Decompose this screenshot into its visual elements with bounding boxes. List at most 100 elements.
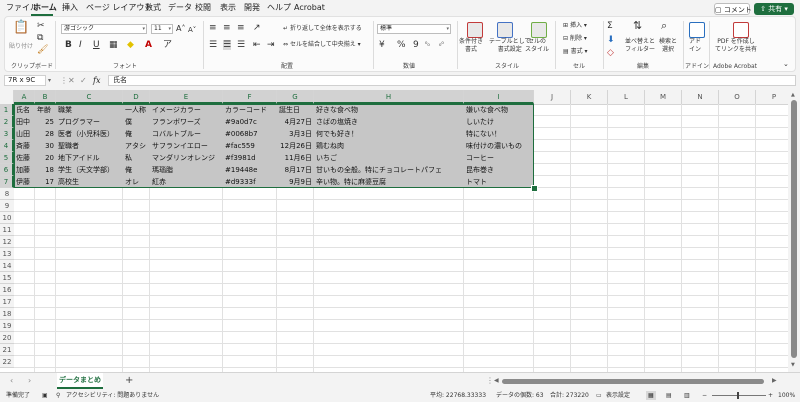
table-cell[interactable]: 学生（天文学部） — [58, 164, 121, 176]
table-cell[interactable]: 18 — [37, 164, 54, 176]
row-header-11[interactable]: 11 — [0, 224, 14, 236]
align-middle-icon[interactable]: ≡ — [223, 23, 231, 33]
column-header-g[interactable]: G — [277, 90, 314, 104]
conditional-format-icon[interactable] — [467, 22, 483, 38]
table-cell[interactable]: コーヒー — [466, 152, 532, 164]
bold-button[interactable]: B — [65, 40, 72, 50]
conditional-format-label[interactable]: 条件付き 書式 — [459, 38, 483, 54]
accessibility-icon[interactable]: ⚲ — [56, 391, 60, 400]
addins-label[interactable]: アド イン — [689, 38, 701, 54]
header-cell[interactable]: 誕生日 — [279, 104, 312, 116]
table-cell[interactable]: 味付けの濃いもの — [466, 140, 532, 152]
tab-scroll-dots-icon[interactable]: ⋮ — [486, 376, 494, 385]
collapse-ribbon-icon[interactable]: ⌄ — [783, 59, 789, 69]
enter-icon[interactable]: ✓ — [80, 75, 87, 86]
table-cell[interactable]: 昆布巻き — [466, 164, 532, 176]
italic-button[interactable]: I — [79, 40, 82, 50]
table-cell[interactable]: 9月9日 — [279, 176, 312, 188]
vertical-scroll-thumb[interactable] — [791, 100, 797, 358]
table-cell[interactable]: 25 — [37, 116, 54, 128]
find-select-label[interactable]: 検索と 選択 — [659, 38, 677, 54]
font-name-combo[interactable]: 游ゴシック ▾ — [61, 24, 147, 34]
name-box[interactable]: 7R x 9C — [4, 75, 46, 86]
align-left-icon[interactable]: ☰ — [209, 40, 217, 50]
insert-function-icon[interactable]: fx — [93, 75, 100, 86]
delete-cells-button[interactable]: ⊟ 削除 ▾ — [563, 35, 587, 43]
row-header-10[interactable]: 10 — [0, 212, 14, 224]
column-header-j[interactable]: J — [534, 90, 571, 104]
header-cell[interactable]: 氏名 — [16, 104, 33, 116]
tab-insert[interactable]: 挿入 — [62, 3, 78, 13]
currency-icon[interactable]: ¥ — [379, 40, 385, 50]
cell-styles-icon[interactable] — [531, 22, 547, 38]
paste-label[interactable]: 貼り付け — [9, 43, 33, 51]
tab-developer[interactable]: 開発 — [244, 3, 260, 13]
align-bottom-icon[interactable]: ≡ — [237, 23, 245, 33]
zoom-slider-thumb[interactable] — [737, 392, 739, 399]
table-cell[interactable]: 特にない！ — [466, 128, 532, 140]
wrap-text-button[interactable]: ↵ 折り返して全体を表示する — [283, 25, 362, 33]
format-cells-button[interactable]: ▤ 書式 ▾ — [563, 48, 588, 56]
table-cell[interactable]: 鶏むね肉 — [316, 140, 462, 152]
display-settings-icon[interactable]: ▭ — [596, 391, 602, 400]
cancel-icon[interactable]: ✕ — [68, 75, 75, 86]
tab-page-layout[interactable]: ページ レイアウト — [86, 3, 152, 13]
shrink-font-icon[interactable]: A˅ — [188, 25, 196, 35]
table-cell[interactable]: アタシ — [125, 140, 148, 152]
table-cell[interactable]: 瑪瑙脂 — [152, 164, 221, 176]
column-header-d[interactable]: D — [123, 90, 150, 104]
fill-icon[interactable]: ⬇ — [607, 35, 615, 45]
table-cell[interactable]: しいたけ — [466, 116, 532, 128]
scroll-right-icon[interactable]: ▶ — [772, 377, 777, 384]
row-header-12[interactable]: 12 — [0, 236, 14, 248]
zoom-slider[interactable] — [712, 395, 766, 396]
fill-handle[interactable] — [531, 185, 538, 192]
acrobat-create-pdf-label[interactable]: PDF を作成し てリンクを共有 — [715, 38, 757, 54]
copy-icon[interactable]: ⧉ — [37, 33, 43, 43]
tab-home[interactable]: ホーム — [33, 3, 57, 13]
normal-view-icon[interactable]: ▦ — [646, 391, 656, 400]
clear-icon[interactable]: ◇ — [607, 48, 614, 58]
page-break-view-icon[interactable]: ▥ — [684, 391, 690, 400]
row-header-15[interactable]: 15 — [0, 272, 14, 284]
table-cell[interactable]: コバルトブルー — [152, 128, 221, 140]
indent-decrease-icon[interactable]: ⇤ — [253, 40, 261, 50]
column-header-i[interactable]: I — [464, 90, 534, 104]
row-header-21[interactable]: 21 — [0, 344, 14, 356]
table-cell[interactable]: 高校生 — [58, 176, 121, 188]
table-cell[interactable]: 田中 — [16, 116, 33, 128]
table-cell[interactable]: 加藤 — [16, 164, 33, 176]
macro-record-icon[interactable]: ▣ — [42, 391, 48, 400]
table-cell[interactable]: いちご — [316, 152, 462, 164]
header-cell[interactable]: カラーコード — [225, 104, 275, 116]
increase-decimal-icon[interactable]: ⁰₀ — [425, 40, 430, 50]
table-cell[interactable]: 俺 — [125, 164, 148, 176]
cell-styles-label[interactable]: セルの スタイル — [525, 38, 549, 54]
row-header-6[interactable]: 6 — [0, 164, 14, 176]
chevron-down-icon[interactable]: ▾ — [48, 75, 51, 86]
row-header-4[interactable]: 4 — [0, 140, 14, 152]
table-cell[interactable]: 紅赤 — [152, 176, 221, 188]
display-settings-button[interactable]: 表示設定 — [606, 391, 630, 400]
column-header-h[interactable]: H — [314, 90, 464, 104]
row-header-2[interactable]: 2 — [0, 116, 14, 128]
table-cell[interactable]: 山田 — [16, 128, 33, 140]
tab-review[interactable]: 校閲 — [195, 3, 211, 13]
table-cell[interactable]: 28 — [37, 128, 54, 140]
header-cell[interactable]: 年齢 — [37, 104, 54, 116]
comma-style-button[interactable]: 9 — [413, 40, 419, 50]
table-cell[interactable]: 3月3日 — [279, 128, 312, 140]
align-center-icon[interactable]: ☰ — [223, 40, 232, 50]
row-header-17[interactable]: 17 — [0, 296, 14, 308]
font-color-icon[interactable]: A — [145, 40, 152, 50]
row-header-13[interactable]: 13 — [0, 248, 14, 260]
table-cell[interactable]: 佐藤 — [16, 152, 33, 164]
column-header-a[interactable]: A — [14, 90, 35, 104]
row-header-5[interactable]: 5 — [0, 152, 14, 164]
table-cell[interactable]: 4月27日 — [279, 116, 312, 128]
table-cell[interactable]: 11月6日 — [279, 152, 312, 164]
column-header-b[interactable]: B — [35, 90, 56, 104]
header-cell[interactable]: 好きな食べ物 — [316, 104, 462, 116]
row-header-19[interactable]: 19 — [0, 320, 14, 332]
sheet-tab-active[interactable]: データまとめ — [57, 373, 103, 389]
